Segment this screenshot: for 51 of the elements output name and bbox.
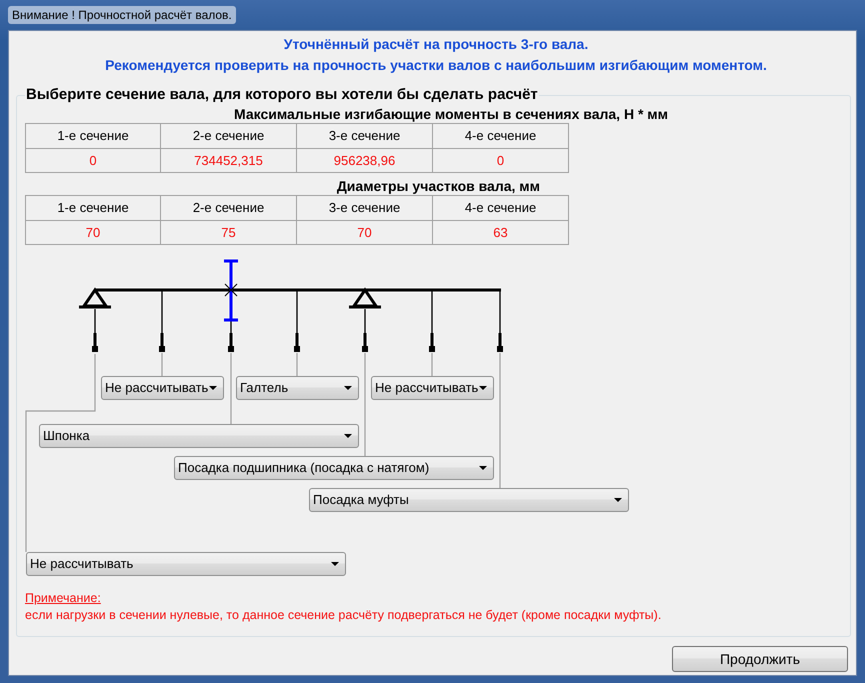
- support-icon: [349, 287, 381, 308]
- table-cell: 734452,315: [161, 149, 297, 173]
- table-title: Диаметры участков вала, мм: [336, 178, 541, 195]
- pin-icon: [294, 333, 300, 352]
- pin-icon: [92, 333, 98, 352]
- table-cell: 63: [433, 221, 569, 245]
- dropdown[interactable]: Шпонка: [39, 424, 359, 448]
- column-header: 1-е сечение: [25, 195, 161, 221]
- stem-line: [296, 290, 298, 335]
- pin-icon: [497, 333, 503, 352]
- stem-line: [364, 309, 366, 335]
- pin-icon: [429, 333, 435, 352]
- leader-line: [296, 353, 298, 376]
- pin-icon: [228, 333, 234, 352]
- stem-line: [499, 290, 501, 335]
- column-header: 3-е сечение: [297, 195, 433, 221]
- column-header: 2-е сечение: [161, 195, 297, 221]
- dropdown[interactable]: Посадка подшипника (посадка с натягом): [174, 456, 494, 480]
- stem-line: [431, 290, 433, 335]
- header-text: Уточнённый расчёт на прочность 3-го вала.: [284, 36, 588, 52]
- note-label: Примечание:: [25, 590, 101, 607]
- table-title: Максимальные изгибающие моменты в сечениях вала, Н * мм: [233, 106, 669, 123]
- dropdown[interactable]: Не рассчитывать: [371, 376, 494, 400]
- leader-line: [161, 353, 163, 376]
- table-cell: 75: [161, 221, 297, 245]
- stem-line: [161, 290, 163, 335]
- group-legend: Выберите сечение вала, для которого вы хотели бы сделать расчёт: [25, 86, 539, 104]
- pin-icon: [159, 333, 165, 352]
- pin-icon: [362, 333, 368, 352]
- column-header: 2-е сечение: [161, 123, 297, 149]
- dropdown[interactable]: Галтель: [236, 376, 359, 400]
- leader-line: [431, 353, 433, 376]
- column-header: 4-е сечение: [433, 195, 569, 221]
- column-header: 3-е сечение: [297, 123, 433, 149]
- table-cell: 70: [297, 221, 433, 245]
- table-cell: 956238,96: [297, 149, 433, 173]
- leader-line: [230, 353, 232, 424]
- column-header: 1-е сечение: [25, 123, 161, 149]
- window-title: Внимание ! Прочностной расчёт валов.: [8, 6, 236, 24]
- column-header: 4-е сечение: [433, 123, 569, 149]
- table-cell: 0: [433, 149, 569, 173]
- dropdown[interactable]: Не рассчитывать: [26, 552, 346, 576]
- dropdown[interactable]: Посадка муфты: [309, 488, 629, 512]
- support-icon: [79, 287, 111, 308]
- table-cell: 0: [25, 149, 161, 173]
- note-text: если нагрузки в сечении нулевые, то данное сечение расчёту подвергаться не будет (кроме посадки муфты).: [25, 607, 662, 624]
- dropdown[interactable]: Не рассчитывать: [101, 376, 224, 400]
- continue-button[interactable]: Продолжить: [672, 646, 848, 672]
- stem-line: [94, 309, 96, 335]
- table-cell: 70: [25, 221, 161, 245]
- header-text: Рекомендуется проверить на прочность участки валов с наибольшим изгибающим моментом.: [105, 57, 767, 73]
